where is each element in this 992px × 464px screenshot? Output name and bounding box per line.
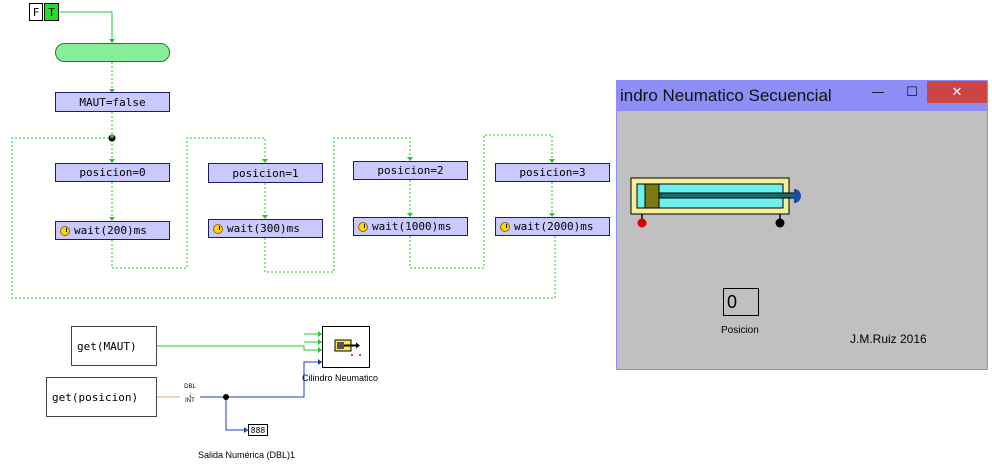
wait-1000-block[interactable]: wait(1000)ms xyxy=(353,217,468,236)
set-posicion-2-block[interactable]: posicion=2 xyxy=(353,161,468,180)
get-maut-block[interactable]: get(MAUT) xyxy=(71,326,157,366)
cylinder-block[interactable] xyxy=(322,326,370,368)
numeric-display-block[interactable]: 888 xyxy=(248,424,268,436)
converter-block[interactable]: DBL ↓ INT xyxy=(180,384,200,410)
toggle-t-button[interactable]: T xyxy=(44,3,59,21)
window-title: indro Neumatico Secuencial xyxy=(620,86,832,105)
close-button[interactable]: ✕ xyxy=(927,81,987,103)
arrow-down-icon: ↓ xyxy=(188,390,192,399)
wait-2000-block[interactable]: wait(2000)ms xyxy=(495,217,610,236)
wait-label: wait(1000)ms xyxy=(372,220,452,233)
clock-icon xyxy=(358,221,368,232)
wait-300-block[interactable]: wait(300)ms xyxy=(208,219,323,238)
clock-icon xyxy=(500,221,510,232)
toggle-f-button[interactable]: F xyxy=(29,3,43,21)
cylinder-icon xyxy=(334,339,361,356)
pneumatic-cylinder-icon xyxy=(630,177,801,228)
window-content: 0 Posicion J.M.Ruiz 2016 xyxy=(621,114,985,368)
init-block[interactable]: MAUT=false xyxy=(55,92,170,112)
maximize-button[interactable]: ☐ xyxy=(899,81,925,103)
position-display: 0 xyxy=(723,288,759,316)
set-posicion-0-block[interactable]: posicion=0 xyxy=(55,163,170,182)
minimize-button[interactable]: — xyxy=(865,81,891,103)
numeric-output-label: Salida Numérica (DBL)1 xyxy=(198,450,296,460)
wait-label: wait(2000)ms xyxy=(514,220,594,233)
set-posicion-1-block[interactable]: posicion=1 xyxy=(208,163,323,183)
window-title-bar[interactable]: indro Neumatico Secuencial — ☐ ✕ xyxy=(617,81,987,111)
clock-icon xyxy=(213,223,223,234)
wait-label: wait(300)ms xyxy=(227,222,300,235)
start-block[interactable] xyxy=(55,43,170,62)
wait-200-block[interactable]: wait(200)ms xyxy=(55,221,170,240)
clock-icon xyxy=(60,225,70,236)
wait-label: wait(200)ms xyxy=(74,224,147,237)
position-label: Posicion xyxy=(721,325,759,336)
get-posicion-block[interactable]: get(posicion) xyxy=(46,377,157,417)
converter-bottom-label: INT xyxy=(185,398,195,404)
set-posicion-3-block[interactable]: posicion=3 xyxy=(495,163,610,182)
cylinder-label: Cilindro Neumatico xyxy=(302,373,379,383)
credit-label: J.M.Ruiz 2016 xyxy=(850,332,927,346)
simulation-window: indro Neumatico Secuencial — ☐ ✕ 0 Posic… xyxy=(616,80,988,370)
